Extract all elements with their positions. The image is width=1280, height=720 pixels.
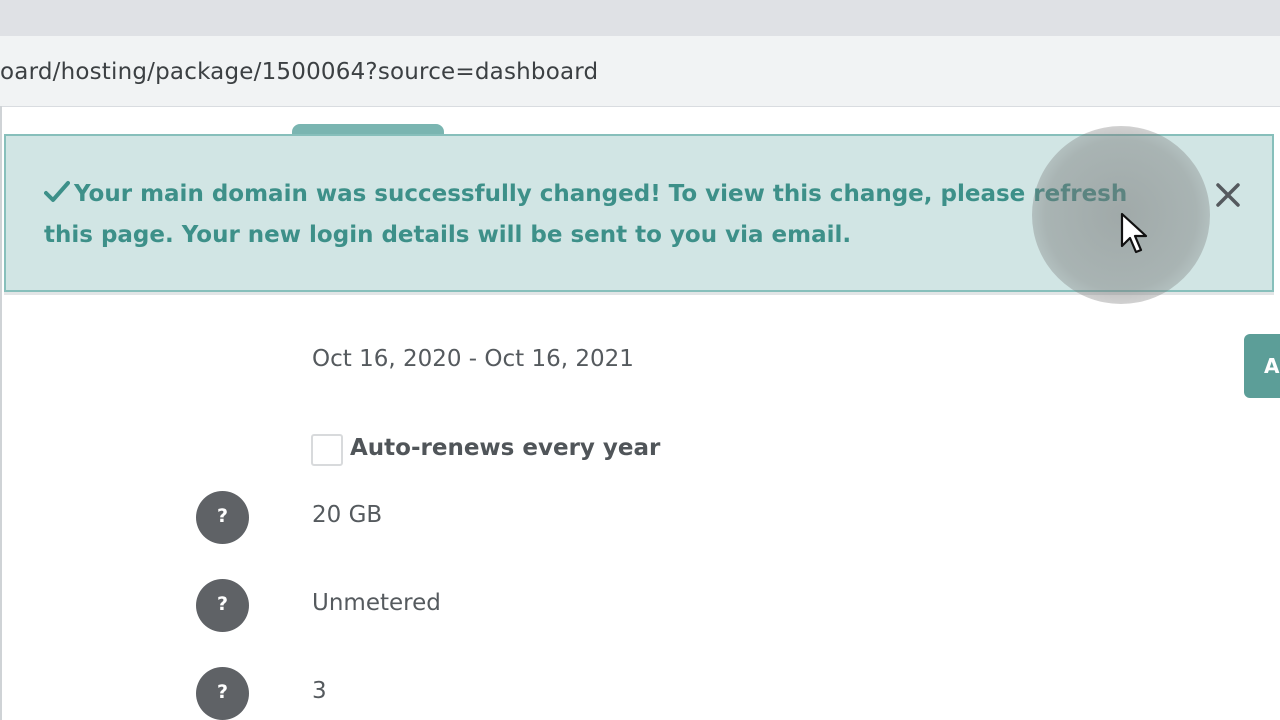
url-text[interactable]: oard/hosting/package/1500064?source=dash… [0,59,598,85]
browser-toolbar: oard/hosting/package/1500064?source=dash… [0,36,1280,107]
subscription-date-range: Oct 16, 2020 - Oct 16, 2021 [312,346,634,372]
auto-renew-checkbox[interactable] [311,434,343,466]
close-alert-button[interactable] [1210,177,1246,213]
storage-value: 20 GB [312,502,383,528]
address-bar[interactable]: oard/hosting/package/1500064?source=dash… [0,44,1280,98]
page-left-border [0,106,2,720]
help-icon[interactable]: ? [196,579,249,632]
help-icon[interactable]: ? [196,667,249,720]
check-icon [44,181,70,202]
success-alert: Your main domain was successfully change… [4,134,1274,292]
close-icon[interactable] [1210,177,1246,213]
alert-message: Your main domain was successfully change… [44,181,1128,248]
action-button[interactable]: A [1244,334,1280,398]
help-icon[interactable]: ? [196,491,249,544]
alert-message-container: Your main domain was successfully change… [44,174,1174,256]
browser-tab-strip [0,0,1280,36]
bandwidth-value: Unmetered [312,590,441,616]
auto-renew-label[interactable]: Auto-renews every year [350,435,660,461]
count-value: 3 [312,678,327,704]
